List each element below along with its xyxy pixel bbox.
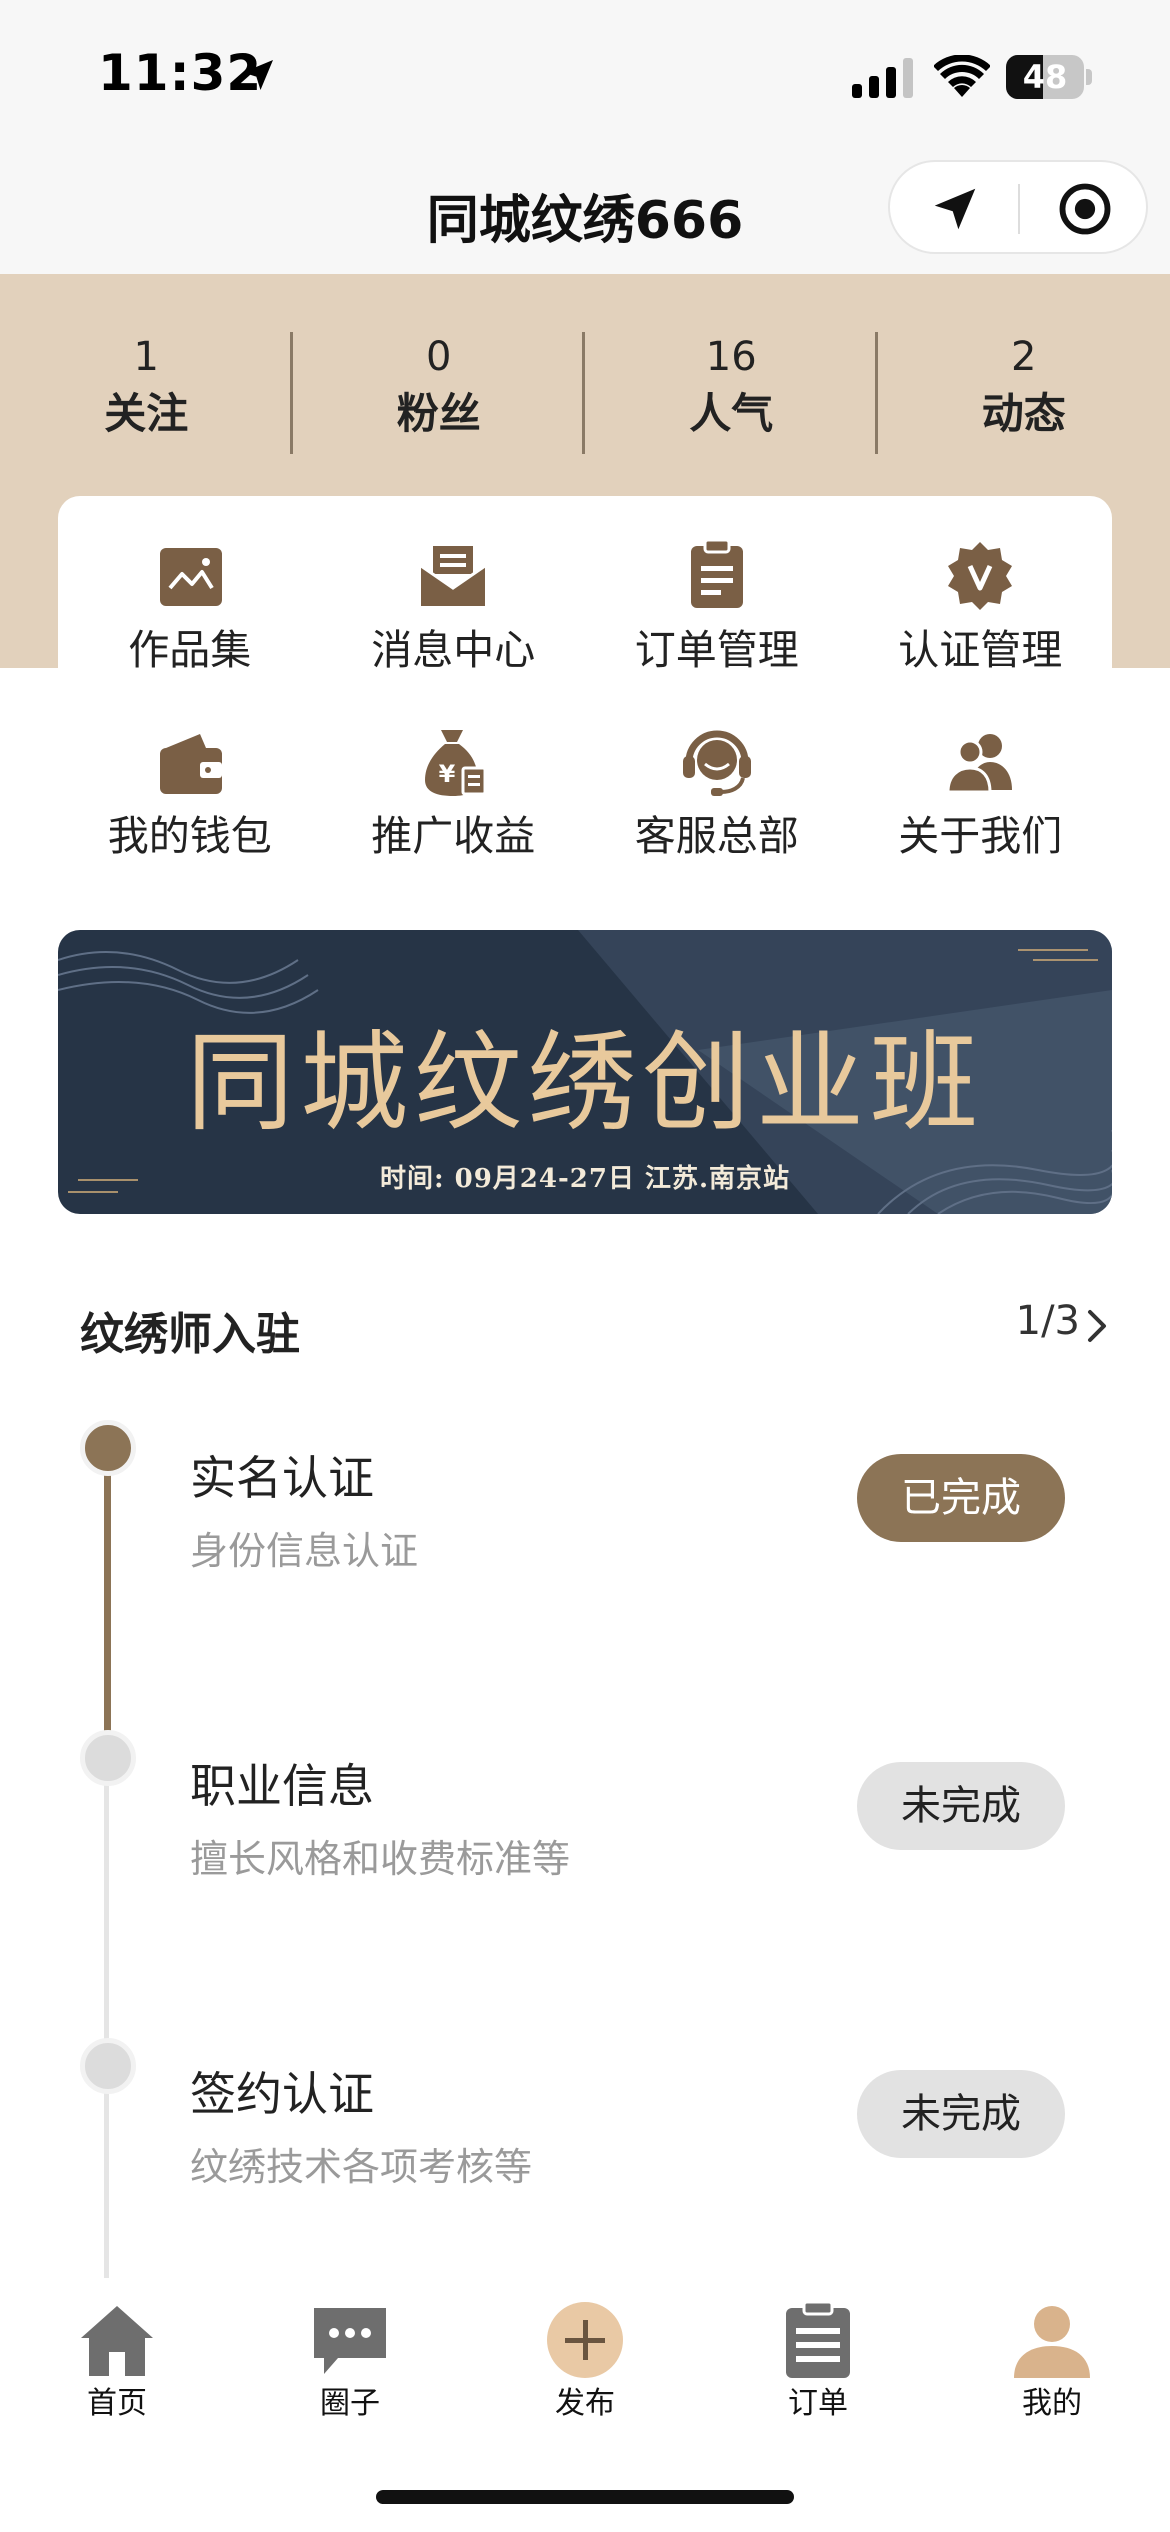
target-circle-icon[interactable] <box>1058 182 1112 236</box>
menu-item-portfolio[interactable]: 作品集 <box>58 526 322 712</box>
location-arrow-icon <box>243 60 273 90</box>
user-profile-icon <box>1014 2306 1090 2378</box>
nav-bar: 同城纹绣666 <box>0 150 1170 274</box>
stat-label: 关注 <box>104 389 189 438</box>
tab-label: 圈子 <box>320 2386 380 2421</box>
capsule-divider <box>1018 184 1020 234</box>
menu-item-customer-service[interactable]: 客服总部 <box>585 712 849 898</box>
step-title: 实名认证 <box>190 1451 374 1505</box>
wallet-icon <box>159 734 222 794</box>
step-status-badge[interactable]: 未完成 <box>857 2070 1065 2158</box>
promo-banner[interactable]: 同城纹绣创业班 时间: 09月24-27日 江苏.南京站 <box>58 930 1112 1214</box>
menu-item-wallet[interactable]: 我的钱包 <box>58 712 322 898</box>
timeline-line-complete <box>104 1448 111 1738</box>
timeline-dot-complete <box>80 1420 136 1476</box>
svg-text:¥: ¥ <box>439 760 456 788</box>
menu-grid: 作品集 消息中心 订单管理 认证管理 我的钱包 ¥ 推广收益 客服总部 关于我们 <box>58 526 1112 898</box>
menu-item-about-us[interactable]: 关于我们 <box>849 712 1113 898</box>
stat-posts[interactable]: 2 动态 <box>878 274 1170 496</box>
mini-program-capsule[interactable] <box>888 160 1148 254</box>
stat-popularity[interactable]: 16 人气 <box>585 274 878 496</box>
tab-label: 首页 <box>87 2386 147 2421</box>
section-title: 纹绣师入驻 <box>80 1309 300 1360</box>
chevron-right-icon[interactable] <box>1084 1308 1110 1344</box>
battery-percent: 48 <box>1022 58 1068 96</box>
money-bag-icon: ¥ <box>425 730 487 796</box>
tab-mine[interactable]: 我的 <box>972 2298 1132 2424</box>
tab-orders[interactable]: 订单 <box>738 2298 898 2424</box>
step-status-badge[interactable]: 已完成 <box>857 1454 1065 1542</box>
tab-label: 发布 <box>555 2386 615 2421</box>
battery-body: 48 <box>1006 55 1084 99</box>
stat-count: 2 <box>1011 334 1037 380</box>
menu-label: 推广收益 <box>371 812 536 860</box>
banner-subtitle: 时间: 09月24-27日 江苏.南京站 <box>379 1164 791 1194</box>
verified-badge-icon <box>948 542 1013 610</box>
headset-icon <box>682 730 751 796</box>
stat-label: 动态 <box>981 389 1066 438</box>
step-title: 签约认证 <box>190 2067 374 2121</box>
stat-count: 0 <box>426 334 452 380</box>
menu-card: 作品集 消息中心 订单管理 认证管理 我的钱包 ¥ 推广收益 客服总部 关于我们 <box>58 496 1112 902</box>
wifi-icon <box>934 55 990 97</box>
status-bar: 11:32 48 <box>0 0 1170 150</box>
menu-item-promotion[interactable]: ¥ 推广收益 <box>322 712 586 898</box>
stat-following[interactable]: 1 关注 <box>0 274 293 496</box>
menu-label: 我的钱包 <box>107 812 272 860</box>
banner-title: 同城纹绣创业班 <box>185 1021 984 1146</box>
home-icon <box>81 2306 153 2376</box>
menu-label: 关于我们 <box>898 812 1063 860</box>
navigation-arrow-icon[interactable] <box>928 182 982 236</box>
step-desc: 身份信息认证 <box>190 1529 419 1573</box>
tab-circle[interactable]: 圈子 <box>270 2298 430 2424</box>
battery-icon: 48 <box>1006 55 1092 99</box>
clipboard-icon <box>690 538 743 608</box>
step-status-badge[interactable]: 未完成 <box>857 1762 1065 1850</box>
tab-publish[interactable]: 发布 <box>505 2298 665 2424</box>
menu-item-certification[interactable]: 认证管理 <box>849 526 1113 712</box>
menu-label: 消息中心 <box>371 626 536 674</box>
signal-icon <box>852 58 913 98</box>
stat-label: 粉丝 <box>396 389 481 438</box>
stat-count: 1 <box>133 334 159 380</box>
menu-item-orders[interactable]: 订单管理 <box>585 526 849 712</box>
menu-label: 客服总部 <box>634 812 799 860</box>
timeline-dot-pending <box>80 1730 136 1786</box>
stat-label: 人气 <box>689 389 774 438</box>
menu-label: 订单管理 <box>634 626 799 674</box>
tab-home[interactable]: 首页 <box>37 2298 197 2424</box>
stat-count: 16 <box>705 334 757 380</box>
menu-item-messages[interactable]: 消息中心 <box>322 526 586 712</box>
step-desc: 擅长风格和收费标准等 <box>190 1837 571 1881</box>
menu-label: 作品集 <box>128 626 252 674</box>
step-desc: 纹绣技术各项考核等 <box>190 2145 533 2189</box>
tab-label: 订单 <box>788 2386 848 2421</box>
battery-cap <box>1086 69 1092 85</box>
image-gallery-icon <box>159 548 222 606</box>
section-page-indicator[interactable]: 1/3 <box>1016 1298 1080 1344</box>
menu-label: 认证管理 <box>898 626 1063 674</box>
plus-circle-icon <box>547 2302 623 2378</box>
home-indicator <box>376 2490 794 2504</box>
profile-stats: 1 关注 0 粉丝 16 人气 2 动态 <box>0 274 1170 496</box>
chat-bubble-icon <box>314 2308 386 2374</box>
timeline-line-pending <box>104 1758 109 2288</box>
stat-fans[interactable]: 0 粉丝 <box>293 274 585 496</box>
envelope-icon <box>420 546 487 606</box>
order-list-icon <box>786 2300 850 2378</box>
step-title: 职业信息 <box>190 1759 374 1813</box>
users-icon <box>946 734 1013 794</box>
timeline-dot-pending <box>80 2038 136 2094</box>
tab-label: 我的 <box>1022 2386 1082 2421</box>
